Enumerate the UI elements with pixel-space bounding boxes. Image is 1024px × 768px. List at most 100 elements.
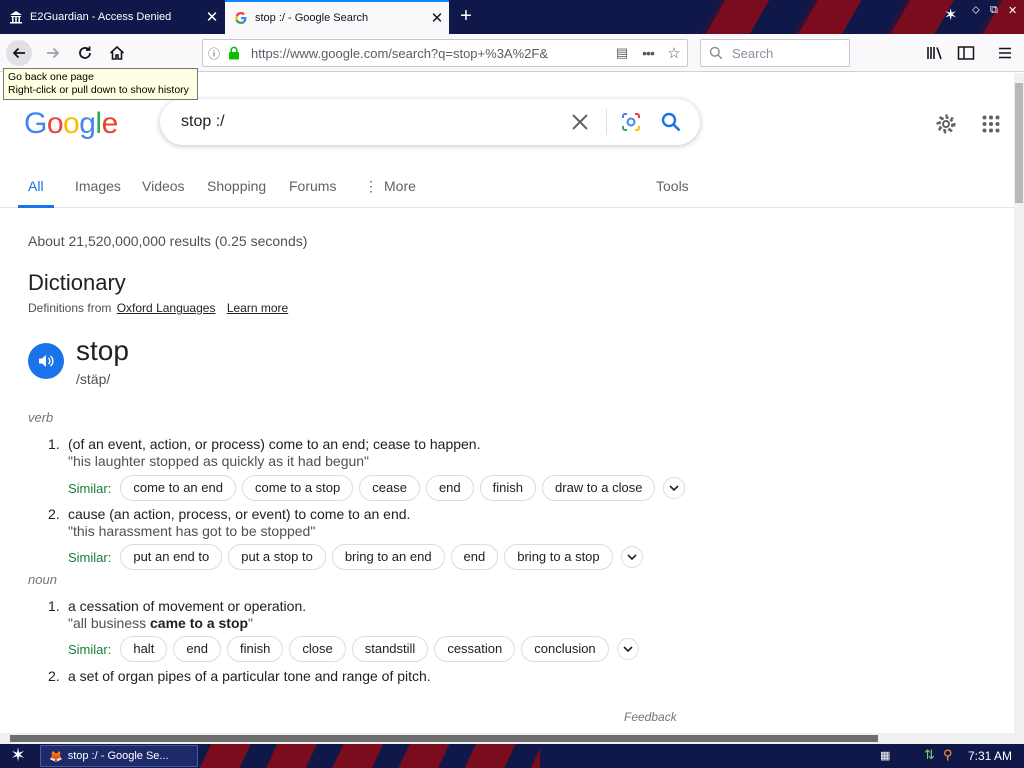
taskbar-window-title: stop :/ - Google Se... xyxy=(67,750,169,762)
horizontal-scroll-thumb[interactable] xyxy=(10,735,878,742)
home-button[interactable] xyxy=(104,40,130,66)
similar-chip[interactable]: end xyxy=(173,636,222,662)
example-sentence: "this harassment has got to be stopped" xyxy=(68,523,316,539)
similar-chip[interactable]: halt xyxy=(120,636,168,662)
url-text: https://www.google.com/search?q=stop+%3A… xyxy=(251,45,548,61)
similar-chip[interactable]: end xyxy=(425,475,474,501)
network-icon[interactable]: ⇅ xyxy=(924,747,935,763)
library-button[interactable] xyxy=(922,40,948,66)
search-submit-icon[interactable] xyxy=(660,111,682,138)
headword: stop xyxy=(76,335,129,366)
settings-gear-icon[interactable] xyxy=(934,112,958,141)
similar-chip[interactable]: draw to a close xyxy=(542,475,656,501)
reload-button[interactable] xyxy=(72,40,98,66)
tab-google-search[interactable]: stop :/ - Google Search ✕ xyxy=(225,0,449,34)
clock[interactable]: 7:31 AM xyxy=(968,749,1012,763)
browser-search-bar[interactable]: Search xyxy=(700,39,850,67)
sense-number: 1. xyxy=(48,436,60,452)
similar-chip[interactable]: finish xyxy=(479,475,537,501)
tab-e2guardian[interactable]: E2Guardian - Access Denied ✕ xyxy=(0,0,224,34)
part-of-speech-noun: noun xyxy=(28,572,57,587)
vertical-scroll-thumb[interactable] xyxy=(1015,83,1023,203)
forward-button[interactable] xyxy=(40,40,66,66)
taskbar-window-button[interactable]: 🦊 stop :/ - Google Se... xyxy=(40,745,198,767)
definitions-source: Definitions from Oxford Languages Learn … xyxy=(28,301,288,315)
search-divider xyxy=(606,109,607,135)
google-apps-icon[interactable] xyxy=(982,115,1000,138)
horizontal-scrollbar[interactable] xyxy=(0,733,1024,744)
tools-button[interactable]: Tools xyxy=(656,178,689,208)
tab-videos[interactable]: Videos xyxy=(142,178,185,208)
clear-search-icon[interactable] xyxy=(570,112,590,137)
close-tab-icon[interactable]: ✕ xyxy=(425,9,449,27)
taskbar-decoration xyxy=(200,744,540,768)
similar-chip[interactable]: standstill xyxy=(351,636,429,662)
tab-images[interactable]: Images xyxy=(75,178,121,208)
start-menu-star-icon[interactable]: ✶ xyxy=(6,745,30,767)
tab-more-label: More xyxy=(384,178,416,194)
similar-chip[interactable]: cessation xyxy=(434,636,516,662)
sidebar-icon xyxy=(957,46,975,60)
similar-chip[interactable]: put a stop to xyxy=(228,544,326,570)
pronunciation-speaker-button[interactable] xyxy=(28,343,64,379)
example-text: " xyxy=(248,615,254,631)
similar-chip[interactable]: close xyxy=(289,636,346,662)
oxford-languages-link[interactable]: Oxford Languages xyxy=(117,301,216,315)
expand-chevron-icon[interactable] xyxy=(663,477,686,499)
restore-icon[interactable]: ⧉ xyxy=(990,4,998,17)
definition-entry: cause (an action, process, or event) to … xyxy=(68,506,410,540)
reader-view-icon[interactable]: ▤ xyxy=(609,45,635,61)
back-button[interactable] xyxy=(6,40,32,66)
info-icon[interactable]: ⓘ xyxy=(203,45,225,62)
more-vertical-icon: ⋮ xyxy=(364,178,378,194)
navigation-toolbar: ⓘ https://www.google.com/search?q=stop+%… xyxy=(0,34,1024,72)
minimize-icon[interactable]: ⬦ xyxy=(972,4,980,17)
hamburger-menu-icon xyxy=(999,47,1011,59)
definition-entry: a cessation of movement or operation. "a… xyxy=(68,598,306,632)
tab-forums[interactable]: Forums xyxy=(289,178,336,208)
definition-text: (of an event, action, or process) come t… xyxy=(68,436,481,452)
similar-chip[interactable]: end xyxy=(450,544,499,570)
similar-chip[interactable]: come to a stop xyxy=(241,475,354,501)
example-highlight: came to a stop xyxy=(150,615,249,631)
example-text: "all business xyxy=(68,615,151,631)
google-search-box[interactable]: stop :/ xyxy=(160,99,700,145)
bookmark-star-icon[interactable]: ☆ xyxy=(661,44,687,62)
tab-title: E2Guardian - Access Denied xyxy=(30,11,172,23)
similar-chip[interactable]: come to an end xyxy=(120,475,236,501)
similar-chip[interactable]: bring to an end xyxy=(331,544,445,570)
similar-chip[interactable]: finish xyxy=(227,636,284,662)
similar-words-row: Similar: halt end finish close standstil… xyxy=(68,636,639,662)
similar-chip[interactable]: conclusion xyxy=(521,636,609,662)
library-icon xyxy=(927,47,942,60)
vertical-scrollbar[interactable] xyxy=(1014,73,1024,733)
tab-shopping[interactable]: Shopping xyxy=(207,178,266,208)
tab-more[interactable]: ⋮ More xyxy=(364,178,416,208)
sidebar-button[interactable] xyxy=(953,40,979,66)
google-lens-icon[interactable] xyxy=(620,111,642,138)
keyboard-icon[interactable]: ▦ xyxy=(880,749,890,762)
similar-chip[interactable]: cease xyxy=(359,475,420,501)
search-query-input[interactable]: stop :/ xyxy=(181,113,225,131)
expand-chevron-icon[interactable] xyxy=(620,546,643,568)
tab-title: stop :/ - Google Search xyxy=(255,12,369,24)
page-actions-icon[interactable]: ••• xyxy=(635,45,661,61)
forward-arrow-icon xyxy=(47,47,60,59)
close-window-icon[interactable]: ✕ xyxy=(1008,4,1017,17)
lock-icon[interactable] xyxy=(225,46,243,60)
menu-button[interactable] xyxy=(992,40,1018,66)
new-tab-button[interactable]: + xyxy=(455,4,477,28)
expand-chevron-icon[interactable] xyxy=(616,638,639,660)
theme-star-icon: ✶ xyxy=(944,7,958,24)
bank-icon xyxy=(8,9,24,25)
search-tray-icon[interactable]: ⚲ xyxy=(943,747,953,763)
google-logo[interactable]: Google xyxy=(24,107,118,141)
tab-all[interactable]: All xyxy=(18,178,54,208)
similar-chip[interactable]: bring to a stop xyxy=(504,544,613,570)
similar-label: Similar: xyxy=(68,641,112,657)
url-bar[interactable]: ⓘ https://www.google.com/search?q=stop+%… xyxy=(202,39,688,67)
close-tab-icon[interactable]: ✕ xyxy=(200,8,224,26)
similar-chip[interactable]: put an end to xyxy=(120,544,223,570)
feedback-link[interactable]: Feedback xyxy=(624,710,677,724)
learn-more-link[interactable]: Learn more xyxy=(227,301,288,315)
